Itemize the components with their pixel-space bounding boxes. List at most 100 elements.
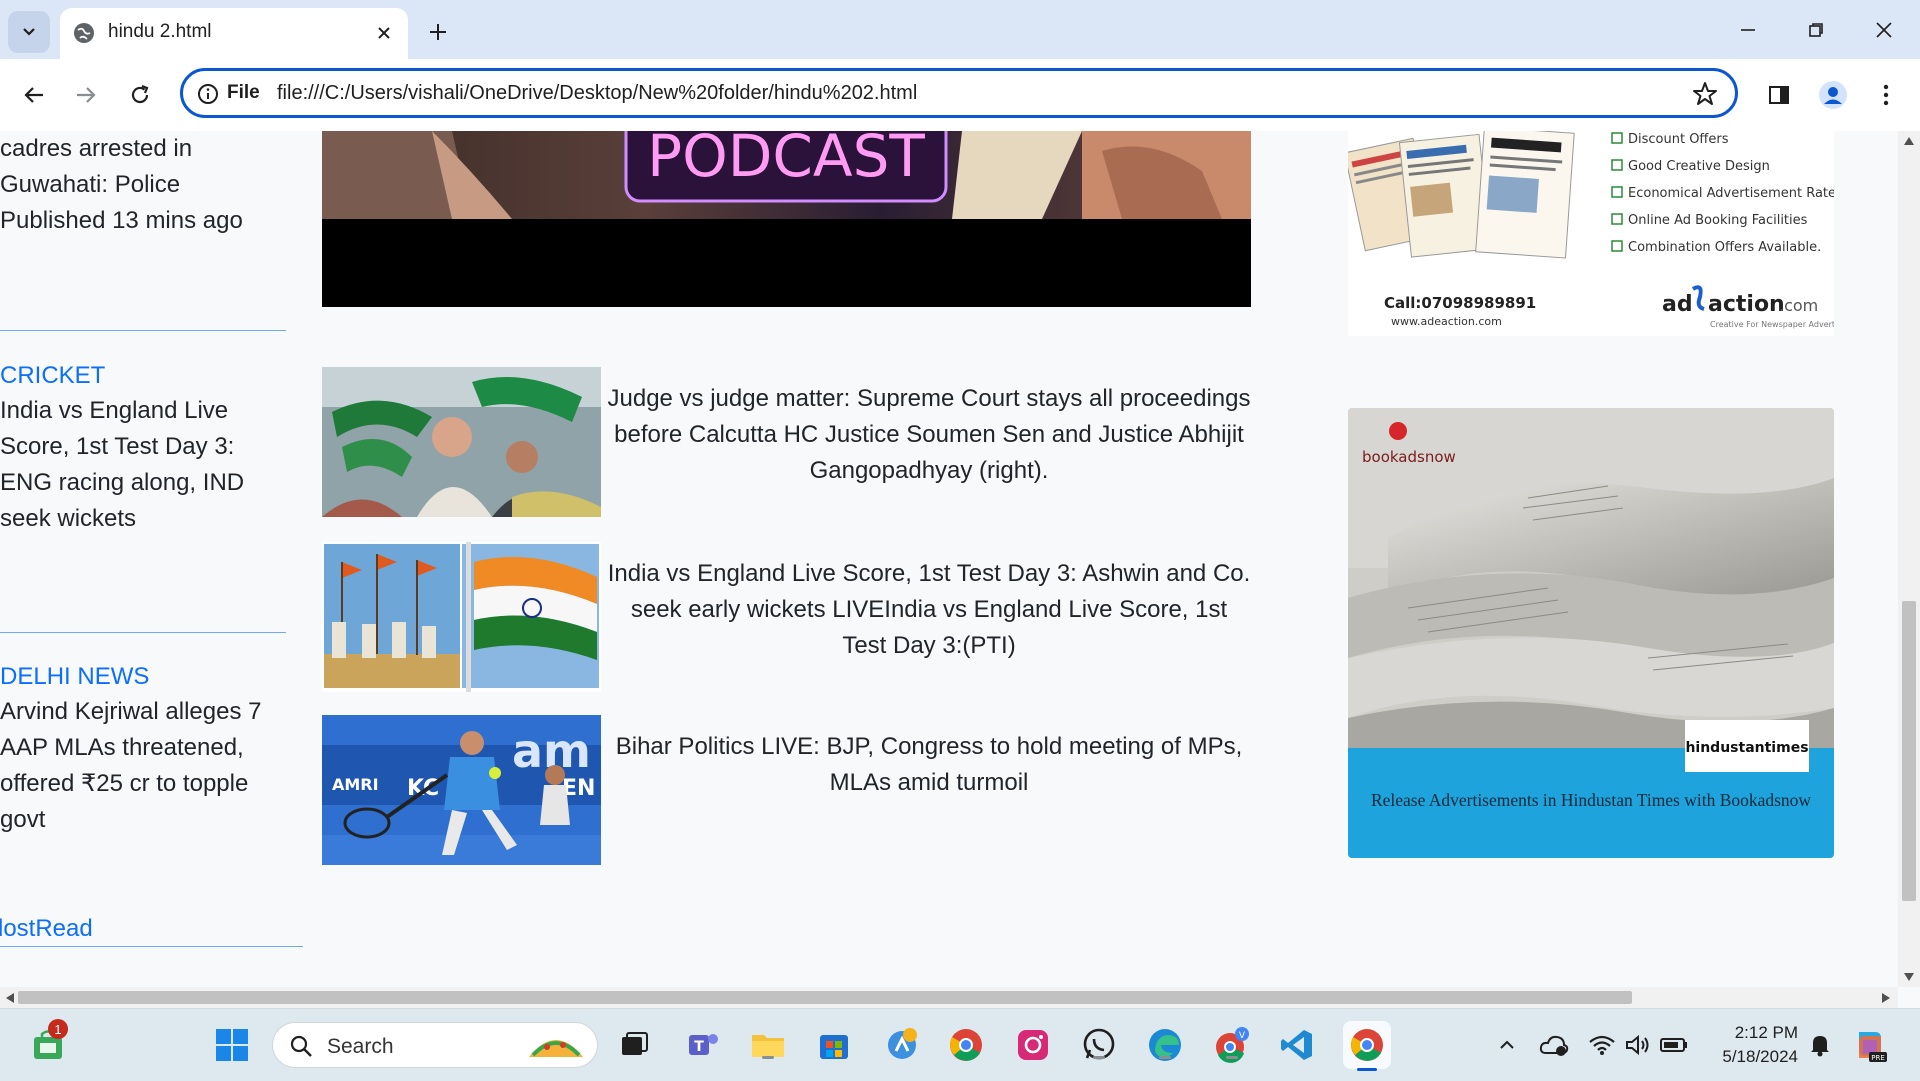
story-headline[interactable]: Judge vs judge matter: Supreme Court sta… xyxy=(607,381,1251,489)
info-icon[interactable] xyxy=(197,83,219,105)
podcast-hero-image[interactable]: PODCAST xyxy=(322,131,1251,307)
svg-text:T: T xyxy=(694,1039,704,1055)
tab-strip: hindu 2.html xyxy=(0,0,1920,59)
ad-banner-bookadsnow[interactable]: bookadsnow hindustantimes Release Advert… xyxy=(1348,408,1834,858)
microsoft-store-button[interactable] xyxy=(814,1025,854,1065)
svg-text:PRE: PRE xyxy=(1871,1054,1885,1062)
bookmark-star-icon[interactable] xyxy=(1691,80,1719,108)
notification-badge: 1 xyxy=(48,1019,68,1039)
address-bar[interactable]: File file:///C:/Users/vishali/OneDrive/D… xyxy=(180,68,1738,118)
onedrive-button[interactable] xyxy=(1534,1025,1574,1065)
file-explorer-button[interactable] xyxy=(748,1025,788,1065)
scroll-right-arrow-icon[interactable] xyxy=(1882,993,1890,1003)
close-tab-button[interactable] xyxy=(370,19,398,47)
menu-button[interactable] xyxy=(1864,73,1908,117)
svg-text:Discount Offers: Discount Offers xyxy=(1628,132,1729,147)
profile-button[interactable] xyxy=(1811,73,1855,117)
svg-text:Online Ad Booking Facilities: Online Ad Booking Facilities xyxy=(1628,213,1808,228)
forward-button[interactable] xyxy=(64,73,108,117)
notifications-button[interactable] xyxy=(1800,1025,1840,1065)
horizontal-scrollbar[interactable] xyxy=(0,987,1898,1008)
ad-banner-adeaction[interactable]: Discount Offers Good Creative Design Eco… xyxy=(1348,131,1834,336)
story-item[interactable]: am AMRI KC EN Bihar Politics LIVE: BJP, … xyxy=(322,715,1251,865)
back-button[interactable] xyxy=(12,73,56,117)
windows-taskbar: 1 Search T V 2:12 PM 5/18/2024 PRE xyxy=(0,1008,1920,1081)
vertical-scrollbar[interactable] xyxy=(1898,131,1920,987)
flags-photo xyxy=(322,542,601,692)
most-read-heading[interactable]: lostRead xyxy=(0,914,93,944)
scroll-up-arrow-icon[interactable] xyxy=(1904,137,1914,145)
tab-search-button[interactable] xyxy=(8,11,50,53)
instagram-button[interactable] xyxy=(1013,1025,1053,1065)
divider xyxy=(0,632,286,633)
story-headline[interactable]: India vs England Live Score, 1st Test Da… xyxy=(607,556,1251,664)
podcast-illustration: PODCAST xyxy=(322,131,1251,307)
chrome-active-button[interactable] xyxy=(1343,1021,1391,1071)
chrome-button[interactable] xyxy=(946,1025,986,1065)
copilot-button[interactable] xyxy=(882,1025,922,1065)
search-label: Search xyxy=(327,1035,394,1058)
running-indicator xyxy=(1093,1056,1105,1059)
taskbar-store-alert[interactable]: 1 xyxy=(28,1019,68,1065)
horizontal-scroll-thumb[interactable] xyxy=(18,991,1632,1004)
story-item[interactable]: India vs England Live Score, 1st Test Da… xyxy=(322,542,1251,692)
taskbar-search-box[interactable]: Search xyxy=(272,1022,598,1068)
ad2-caption: Release Advertisements in Hindustan Time… xyxy=(1371,790,1811,810)
story-thumbnail[interactable]: am AMRI KC EN xyxy=(322,715,601,865)
scroll-left-arrow-icon[interactable] xyxy=(6,993,14,1003)
category-delhi-news[interactable]: DELHI NEWS xyxy=(0,662,149,692)
start-button[interactable] xyxy=(212,1025,252,1065)
new-tab-button[interactable] xyxy=(420,14,456,50)
story-item[interactable]: Judge vs judge matter: Supreme Court sta… xyxy=(322,367,1251,517)
chrome-profile-button[interactable]: V xyxy=(1212,1025,1252,1065)
delhi-headline[interactable]: Arvind Kejriwal alleges 7 AAP MLAs threa… xyxy=(0,694,290,838)
wifi-button[interactable] xyxy=(1582,1025,1622,1065)
close-icon xyxy=(378,27,390,39)
volume-button[interactable] xyxy=(1618,1025,1658,1065)
vscode-icon xyxy=(1281,1030,1312,1060)
minimize-button[interactable] xyxy=(1714,0,1782,59)
chevron-up-icon xyxy=(1500,1040,1514,1049)
side-panel-icon xyxy=(1769,86,1789,104)
profile-avatar-icon xyxy=(1819,81,1847,109)
story-headline[interactable]: Bihar Politics LIVE: BJP, Congress to ho… xyxy=(607,729,1251,801)
running-indicator xyxy=(1159,1056,1171,1059)
show-hidden-icons-button[interactable] xyxy=(1487,1025,1527,1065)
close-window-button[interactable] xyxy=(1850,0,1918,59)
vscode-button[interactable] xyxy=(1277,1025,1317,1065)
clock-date: 5/18/2024 xyxy=(1722,1047,1798,1066)
tab-title: hindu 2.html xyxy=(108,21,212,42)
news-snippet[interactable]: cadres arrested in Guwahati: Police Publ… xyxy=(0,131,290,239)
scroll-down-arrow-icon[interactable] xyxy=(1904,973,1914,981)
copilot-colorful-icon: PRE xyxy=(1859,1032,1887,1062)
tab-hindu[interactable]: hindu 2.html xyxy=(60,8,408,59)
taco-icon xyxy=(529,1040,583,1057)
category-cricket[interactable]: CRICKET xyxy=(0,361,105,391)
system-clock[interactable]: 2:12 PM 5/18/2024 xyxy=(1690,1021,1798,1069)
bell-icon xyxy=(1811,1036,1829,1057)
copilot-pre-button[interactable]: PRE xyxy=(1850,1025,1890,1065)
side-panel-button[interactable] xyxy=(1757,73,1801,117)
globe-icon xyxy=(74,23,94,43)
story-thumbnail[interactable] xyxy=(322,542,601,692)
battery-button[interactable] xyxy=(1654,1025,1694,1065)
restore-button[interactable] xyxy=(1782,0,1850,59)
clock-time: 2:12 PM xyxy=(1734,1023,1798,1042)
ad-bullet: Good Creative Design xyxy=(1611,159,1770,174)
task-view-button[interactable] xyxy=(614,1025,654,1065)
site-chip[interactable]: File xyxy=(227,82,260,104)
ad-site: www.adeaction.com xyxy=(1391,315,1502,328)
reload-button[interactable] xyxy=(118,73,162,117)
url-text[interactable]: file:///C:/Users/vishali/OneDrive/Deskto… xyxy=(277,82,917,105)
browser-toolbar: File file:///C:/Users/vishali/OneDrive/D… xyxy=(0,59,1920,132)
ad2-paper: hindustantimes xyxy=(1685,740,1808,756)
teams-button[interactable]: T xyxy=(683,1025,723,1065)
teams-icon: T xyxy=(689,1034,718,1055)
whatsapp-button[interactable] xyxy=(1079,1025,1119,1065)
cricket-headline[interactable]: India vs England Live Score, 1st Test Da… xyxy=(0,393,290,537)
page-viewport: cadres arrested in Guwahati: Police Publ… xyxy=(0,131,1898,987)
vertical-scroll-thumb[interactable] xyxy=(1902,601,1916,901)
story-thumbnail[interactable] xyxy=(322,367,601,517)
edge-button[interactable] xyxy=(1145,1025,1185,1065)
restore-icon xyxy=(1809,22,1823,37)
